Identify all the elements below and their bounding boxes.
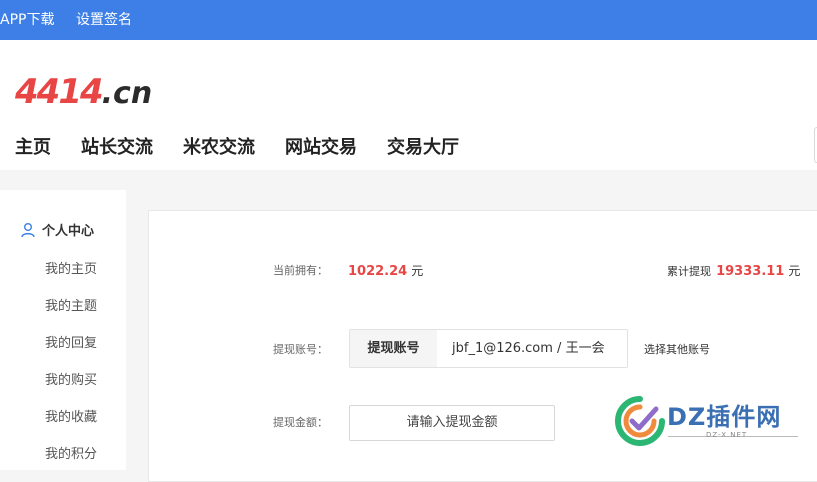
nav-item-webmaster[interactable]: 站长交流 (81, 136, 153, 160)
total-withdrawn: 累计提现 19333.11 元 (667, 260, 800, 279)
nav-item-website-trade[interactable]: 网站交易 (285, 136, 357, 160)
chevron-down-icon: ﹀ (390, 140, 404, 155)
watermark-logo: DZ插件网 DZ-X.NET (612, 393, 812, 453)
sidebar-item-threads[interactable]: 我的主题 (45, 295, 97, 314)
amount-label: 提现金额： (273, 416, 328, 429)
account-selector[interactable]: 提现账号 jbf_1@126.com / 王一会 (349, 329, 628, 368)
site-header: 4414.cn 主页 站长交流 米农交流 网站交易 交易大厅 ﹀ (0, 40, 817, 170)
nav-item-domain[interactable]: 米农交流 (183, 136, 255, 160)
balance-unit: 元 (411, 264, 424, 278)
sidebar-heading: 个人中心 (20, 220, 94, 239)
balance-value: 1022.24 (348, 264, 408, 279)
nav-item-home[interactable]: 主页 (15, 136, 51, 160)
sidebar-item-points[interactable]: 我的积分 (45, 443, 97, 462)
total-value: 19333.11 (716, 264, 785, 279)
balance-amount: 1022.24 元 (348, 260, 423, 279)
account-label: 提现账号： (273, 343, 328, 356)
account-value: jbf_1@126.com / 王一会 (452, 341, 605, 356)
user-icon (21, 223, 35, 238)
sidebar-item-purchases[interactable]: 我的购买 (45, 369, 97, 388)
balance-label: 当前拥有： (273, 264, 328, 277)
total-label: 累计提现 (667, 265, 711, 278)
choose-other-account-link[interactable]: 选择其他账号 (644, 341, 710, 357)
sidebar-item-favorites[interactable]: 我的收藏 (45, 406, 97, 425)
account-tab: 提现账号 (350, 330, 437, 367)
sidebar-item-home[interactable]: 我的主页 (45, 258, 97, 277)
set-signature-link[interactable]: 设置签名 (76, 11, 132, 29)
watermark-subtext: DZ-X.NET (706, 431, 748, 439)
total-unit: 元 (788, 264, 801, 278)
site-logo[interactable]: 4414.cn (15, 72, 152, 112)
amount-input[interactable]: 请输入提现金额 (349, 405, 555, 441)
top-bar: APP下载 设置签名 (0, 0, 817, 40)
sidebar-item-replies[interactable]: 我的回复 (45, 332, 97, 351)
sidebar: 个人中心 我的主页 我的主题 我的回复 我的购买 我的收藏 我的积分 (0, 190, 126, 470)
watermark-text: DZ插件网 (667, 403, 782, 431)
app-download-link[interactable]: APP下载 (0, 11, 54, 29)
dz-logo-icon (615, 396, 665, 446)
